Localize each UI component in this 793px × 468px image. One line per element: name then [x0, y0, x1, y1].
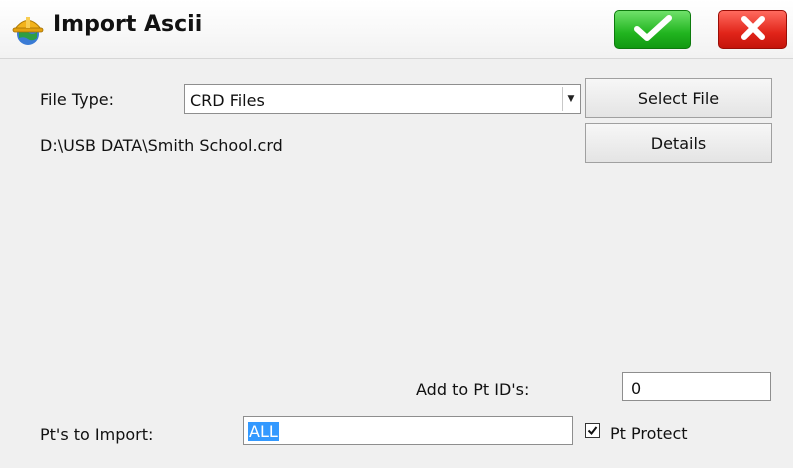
- pt-protect-checkbox[interactable]: [585, 423, 600, 438]
- pts-to-import-value: ALL: [248, 422, 279, 441]
- import-ascii-dialog: Import Ascii File Type: CRD Files ▼ Sele…: [0, 0, 793, 468]
- chevron-down-icon[interactable]: ▼: [562, 87, 579, 111]
- hardhat-globe-icon: [10, 12, 46, 48]
- add-to-pt-ids-value: 0: [631, 379, 642, 398]
- file-type-select[interactable]: CRD Files ▼: [184, 84, 581, 114]
- add-to-pt-ids-label: Add to Pt ID's:: [416, 380, 530, 399]
- file-type-label: File Type:: [40, 90, 114, 109]
- close-x-icon: [739, 14, 767, 46]
- file-type-value: CRD Files: [190, 91, 265, 110]
- pt-protect-label: Pt Protect: [610, 424, 688, 443]
- pts-to-import-label: Pt's to Import:: [40, 425, 154, 444]
- ok-button[interactable]: [614, 10, 691, 49]
- pts-to-import-input[interactable]: ALL: [243, 416, 573, 445]
- details-button[interactable]: Details: [585, 123, 772, 163]
- cancel-button[interactable]: [718, 10, 787, 49]
- checkmark-icon: [587, 421, 598, 440]
- checkmark-icon: [633, 14, 673, 45]
- title-bar: Import Ascii: [0, 0, 793, 59]
- add-to-pt-ids-input[interactable]: 0: [622, 372, 771, 401]
- window-title: Import Ascii: [53, 12, 203, 37]
- select-file-button[interactable]: Select File: [585, 78, 772, 118]
- file-path: D:\USB DATA\Smith School.crd: [40, 136, 283, 155]
